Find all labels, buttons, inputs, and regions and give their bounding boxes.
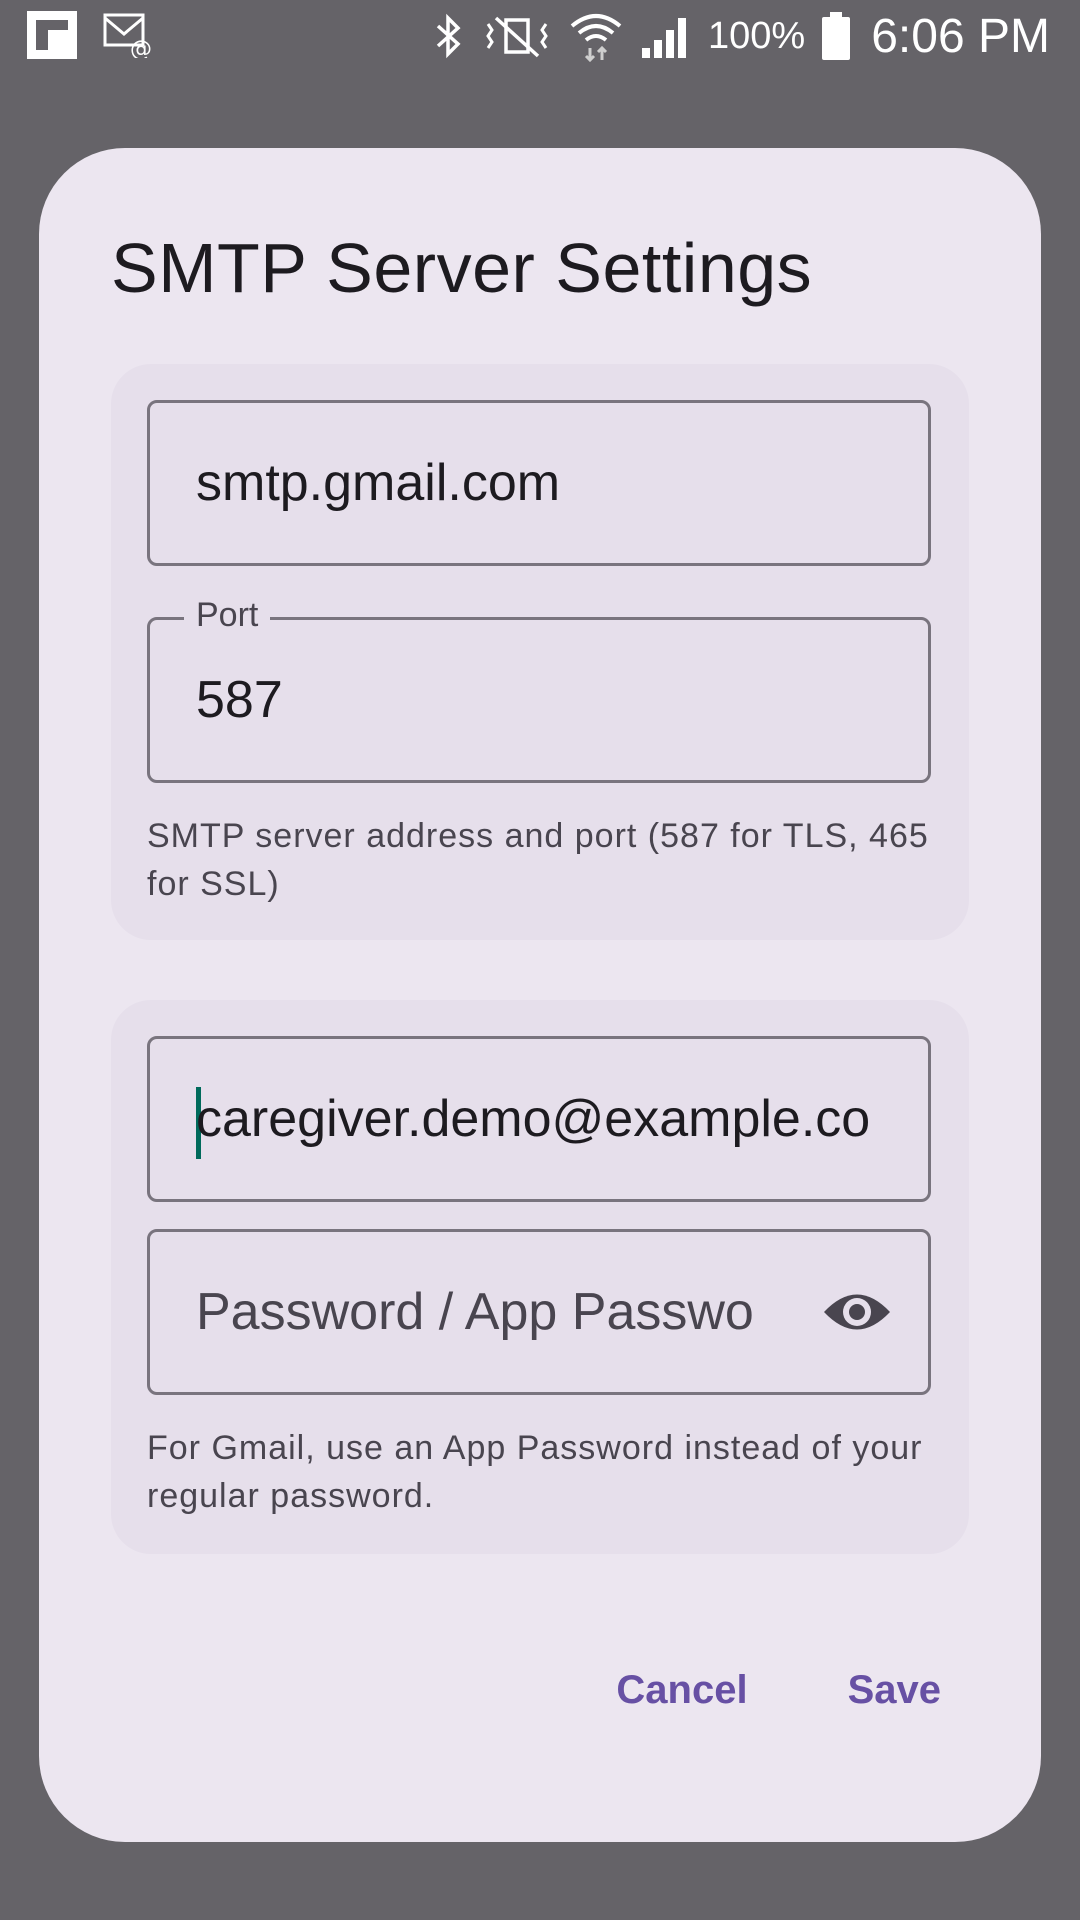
server-help-text: SMTP server address and port (587 for TL… [147,817,929,903]
port-input[interactable]: Port 587 [147,596,931,783]
svg-text:@: @ [130,37,152,58]
flipboard-icon [27,11,77,59]
battery-percent: 100% [708,14,806,57]
port-label: Port [184,596,271,635]
cancel-button[interactable]: Cancel [616,1668,747,1713]
mute-vibrate-icon [486,16,548,58]
clock: 6:06 PM [871,9,1050,63]
dialog-actions: Cancel Save [616,1668,941,1713]
dialog-title: SMTP Server Settings [111,229,813,307]
battery-icon [822,12,851,60]
smtp-server-input[interactable]: smtp.gmail.com [147,400,931,566]
password-placeholder: Password / App Password [196,1283,756,1341]
email-value: caregiver.demo@example.co [196,1090,871,1148]
eye-icon[interactable] [822,1287,892,1337]
port-value: 587 [196,671,283,729]
wifi-icon [570,14,622,62]
password-input[interactable]: Password / App Password [147,1229,931,1395]
email-notification-icon: @ [103,13,152,58]
save-button[interactable]: Save [848,1668,941,1713]
signal-icon [642,18,687,58]
status-bar: @ 100% 6:06 PM [0,0,1080,72]
email-input[interactable]: caregiver.demo@example.co [147,1036,931,1202]
auth-help-text: For Gmail, use an App Password instead o… [147,1429,923,1515]
smtp-settings-dialog: SMTP Server Settings smtp.gmail.com Port… [39,148,1041,1842]
bluetooth-icon [436,13,461,59]
smtp-server-value: smtp.gmail.com [196,454,561,512]
server-card: smtp.gmail.com Port 587 SMTP server addr… [111,364,969,940]
auth-card: caregiver.demo@example.co Password / App… [111,1000,969,1554]
